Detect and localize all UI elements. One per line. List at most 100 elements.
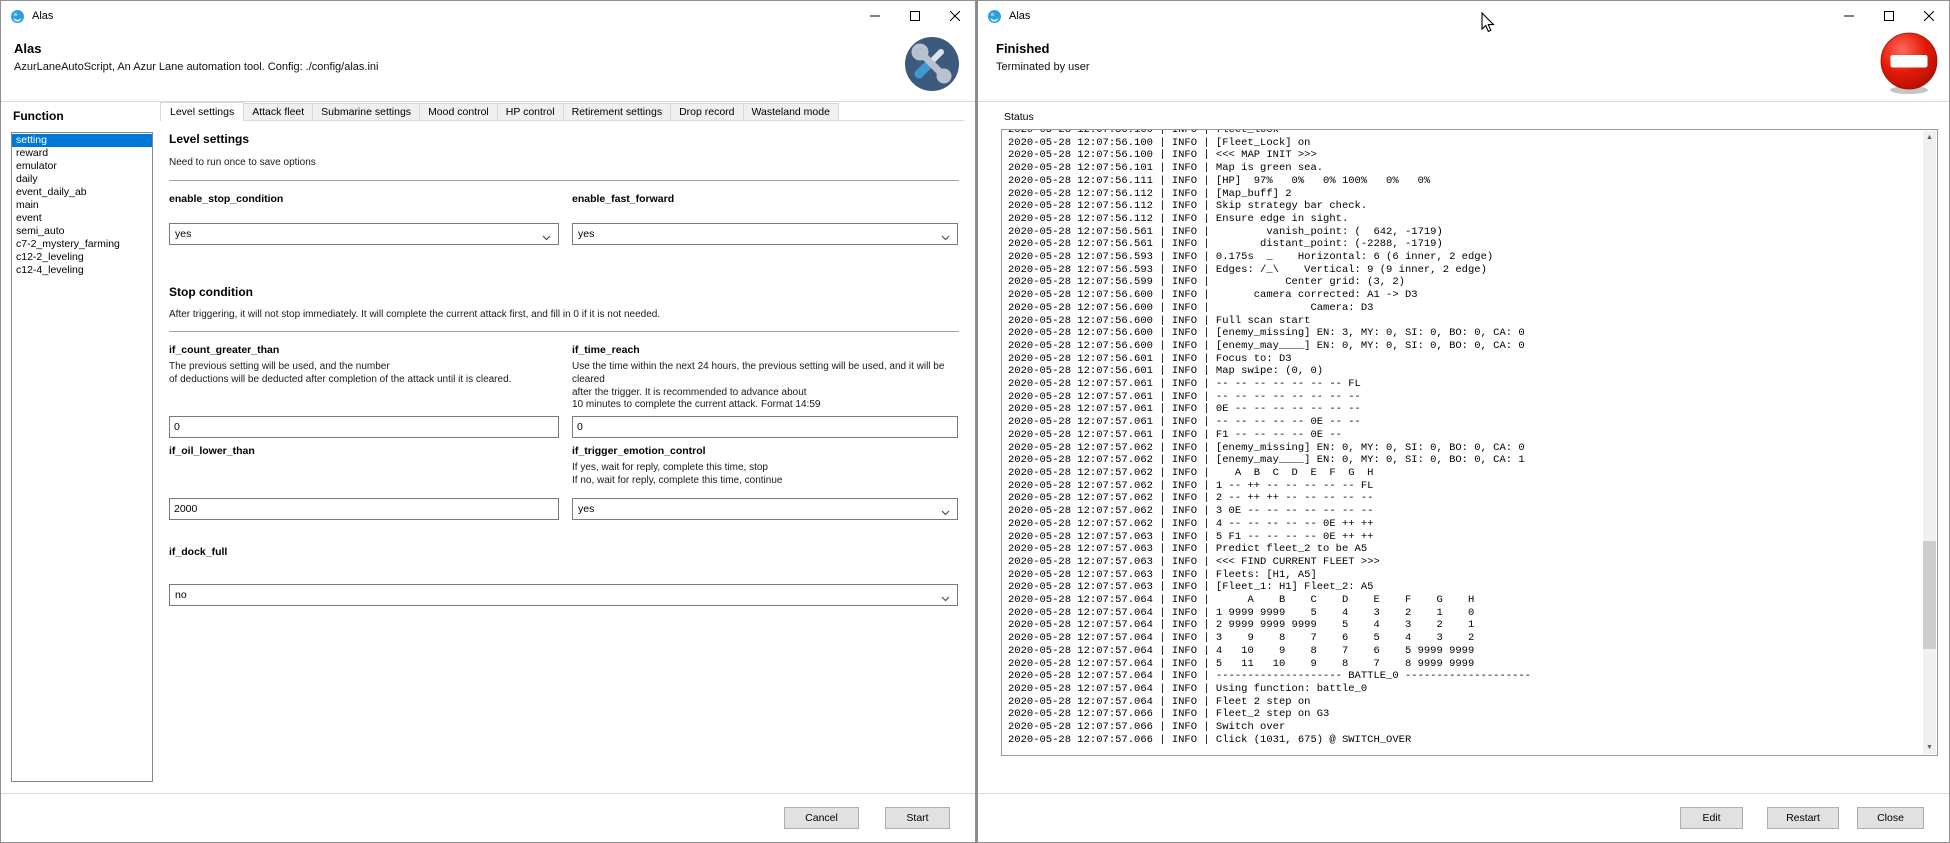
field-help-if-time-reach: Use the time within the next 24 hours, t… [572, 361, 958, 412]
section-note-stop-condition: After triggering, it will not stop immed… [169, 309, 954, 320]
section-divider [169, 331, 959, 332]
log-line: 2020-05-28 12:07:57.062 | INFO | 4 -- --… [1008, 518, 1937, 531]
select-value: yes [578, 503, 594, 515]
tab[interactable]: Mood control [419, 103, 498, 120]
app-subtitle: AzurLaneAutoScript, An Azur Lane automat… [14, 61, 378, 73]
restart-button[interactable]: Restart [1767, 807, 1839, 829]
log-line: 2020-05-28 12:07:57.064 | INFO | 1 9999 … [1008, 607, 1937, 620]
field-help-if-count-greater-than: The previous setting will be used, and t… [169, 361, 559, 387]
log-line: 2020-05-28 12:07:57.062 | INFO | 2 -- ++… [1008, 492, 1937, 505]
tab[interactable]: Drop record [670, 103, 743, 120]
function-list-item[interactable]: c12-4_leveling [12, 264, 152, 277]
log-line: 2020-05-28 12:07:56.601 | INFO | Map swi… [1008, 365, 1937, 378]
section-heading-stop-condition: Stop condition [169, 285, 253, 299]
select-enable-stop-condition[interactable]: yes [169, 223, 559, 245]
function-list-item[interactable]: semi_auto [12, 225, 152, 238]
log-line: 2020-05-28 12:07:56.600 | INFO | [enemy_… [1008, 340, 1937, 353]
select-if-trigger-emotion-control[interactable]: yes [572, 498, 958, 520]
function-list-item[interactable]: setting [12, 134, 152, 147]
input-if-oil-lower-than[interactable] [169, 498, 559, 520]
function-list-item[interactable]: event [12, 212, 152, 225]
log-line: 2020-05-28 12:07:56.111 | INFO | [HP] 97… [1008, 175, 1937, 188]
log-line: 2020-05-28 12:07:57.062 | INFO | A B C D… [1008, 467, 1937, 480]
titlebar[interactable]: Alas [1, 1, 975, 31]
log-line: 2020-05-28 12:07:57.061 | INFO | 0E -- -… [1008, 403, 1937, 416]
app-title: Alas [14, 41, 41, 56]
function-list-item[interactable]: event_daily_ab [12, 186, 152, 199]
cancel-button[interactable]: Cancel [784, 807, 859, 829]
function-list-item[interactable]: c7-2_mystery_farming [12, 238, 152, 251]
log-line: 2020-05-28 12:07:57.066 | INFO | Click (… [1008, 734, 1937, 747]
log-line: 2020-05-28 12:07:56.600 | INFO | [enemy_… [1008, 327, 1937, 340]
edit-button[interactable]: Edit [1680, 807, 1743, 829]
tab[interactable]: Retirement settings [563, 103, 671, 120]
start-button[interactable]: Start [885, 807, 950, 829]
close-action-button[interactable]: Close [1857, 807, 1924, 829]
function-panel-title: Function [13, 109, 64, 123]
log-line: 2020-05-28 12:07:56.112 | INFO | [Map_bu… [1008, 188, 1937, 201]
field-label-if-trigger-emotion-control: if_trigger_emotion_control [572, 445, 706, 457]
tab[interactable]: Attack fleet [243, 103, 313, 120]
log-line: 2020-05-28 12:07:57.064 | INFO | Using f… [1008, 683, 1937, 696]
scrollbar-thumb[interactable] [1923, 541, 1936, 649]
function-list[interactable]: settingrewardemulatordailyevent_daily_ab… [11, 132, 153, 782]
scroll-down-icon[interactable]: ▼ [1923, 741, 1936, 754]
log-line: 2020-05-28 12:07:56.561 | INFO | distant… [1008, 238, 1937, 251]
function-list-item[interactable]: main [12, 199, 152, 212]
log-line: 2020-05-28 12:07:57.063 | INFO | Predict… [1008, 543, 1937, 556]
alas-logo-icon [987, 9, 1002, 24]
log-line: 2020-05-28 12:07:57.062 | INFO | 1 -- ++… [1008, 480, 1937, 493]
status-log[interactable]: 2020-05-28 12:07:56.100 | INFO | fleet_l… [1001, 129, 1938, 756]
log-line: 2020-05-28 12:07:57.064 | INFO | 5 11 10… [1008, 658, 1937, 671]
window-title: Alas [1009, 10, 1030, 22]
log-line: 2020-05-28 12:07:56.100 | INFO | fleet_l… [1008, 129, 1937, 137]
close-button[interactable] [935, 1, 975, 31]
log-scrollbar[interactable]: ▲ ▼ [1923, 131, 1936, 754]
tab[interactable]: Submarine settings [312, 103, 420, 120]
input-if-count-greater-than[interactable] [169, 416, 559, 438]
window-controls [855, 1, 975, 31]
tab[interactable]: HP control [497, 103, 564, 120]
tab-bar: Level settingsAttack fleetSubmarine sett… [160, 102, 964, 121]
close-button[interactable] [1909, 1, 1949, 31]
function-list-item[interactable]: c12-2_leveling [12, 251, 152, 264]
log-line: 2020-05-28 12:07:57.062 | INFO | [enemy_… [1008, 442, 1937, 455]
log-lines: 2020-05-28 12:07:56.100 | INFO | fleet_l… [1008, 129, 1937, 746]
function-list-item[interactable]: daily [12, 173, 152, 186]
log-line: 2020-05-28 12:07:57.061 | INFO | -- -- -… [1008, 416, 1937, 429]
input-if-time-reach[interactable] [572, 416, 958, 438]
section-divider [169, 180, 959, 181]
log-line: 2020-05-28 12:07:57.063 | INFO | Fleets:… [1008, 569, 1937, 582]
select-value: no [175, 589, 187, 601]
log-line: 2020-05-28 12:07:56.561 | INFO | vanish_… [1008, 226, 1937, 239]
select-value: yes [578, 228, 594, 240]
tab[interactable]: Wasteland mode [743, 103, 839, 120]
footer-divider [1, 793, 975, 794]
field-label-if-time-reach: if_time_reach [572, 344, 640, 356]
minimize-button[interactable] [1829, 1, 1869, 31]
tab[interactable]: Level settings [160, 102, 244, 121]
maximize-button[interactable] [895, 1, 935, 31]
alas-logo-icon [10, 9, 25, 24]
field-help-if-trigger-emotion-control: If yes, wait for reply, complete this ti… [572, 462, 958, 488]
alas-settings-window: Alas Alas AzurLaneAutoScript, An Azur La… [0, 0, 976, 843]
maximize-button[interactable] [1869, 1, 1909, 31]
log-line: 2020-05-28 12:07:57.063 | INFO | <<< FIN… [1008, 556, 1937, 569]
window-title: Alas [32, 10, 53, 22]
scroll-up-icon[interactable]: ▲ [1923, 131, 1936, 144]
log-line: 2020-05-28 12:07:57.062 | INFO | [enemy_… [1008, 454, 1937, 467]
function-list-item[interactable]: emulator [12, 160, 152, 173]
log-line: 2020-05-28 12:07:57.066 | INFO | Fleet_2… [1008, 708, 1937, 721]
minimize-button[interactable] [855, 1, 895, 31]
titlebar[interactable]: Alas [978, 1, 1949, 31]
select-if-dock-full[interactable]: no [169, 584, 958, 606]
select-enable-fast-forward[interactable]: yes [572, 223, 958, 245]
section-note-level-settings: Need to run once to save options [169, 157, 316, 168]
field-label-if-dock-full: if_dock_full [169, 546, 227, 558]
field-label-enable-fast-forward: enable_fast_forward [572, 193, 674, 205]
select-value: yes [175, 228, 191, 240]
status-label: Status [1004, 111, 1034, 123]
log-line: 2020-05-28 12:07:57.063 | INFO | 5 F1 --… [1008, 531, 1937, 544]
log-line: 2020-05-28 12:07:56.101 | INFO | Map is … [1008, 162, 1937, 175]
function-list-item[interactable]: reward [12, 147, 152, 160]
